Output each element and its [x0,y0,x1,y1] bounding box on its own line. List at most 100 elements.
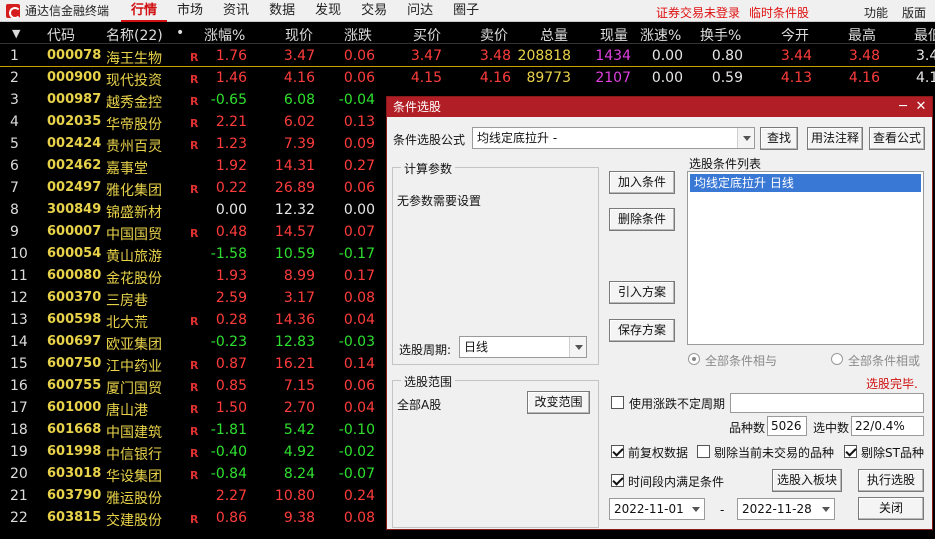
cell-bid: 3.47 [410,48,442,64]
stock-name: 金花股份 [106,271,162,287]
dialog-title-bar[interactable]: 条件选股 ─ ✕ [387,97,932,117]
col-change-pct[interactable]: 涨幅% [204,25,245,45]
date-to-picker[interactable]: 2022-11-28 [737,498,835,520]
col-turnover[interactable]: 换手% [700,25,741,45]
use-period-checkbox[interactable] [611,396,624,409]
temp-condition-stock[interactable]: 临时条件股 [749,4,809,21]
find-button[interactable]: 查找 [760,127,798,150]
cell-bid: 4.15 [410,70,442,86]
menu-news[interactable]: 资讯 [213,0,259,22]
col-open[interactable]: 今开 [781,25,809,45]
time-range-label: 时间段内满足条件 [628,475,725,489]
col-volume[interactable]: 总量 [540,25,568,45]
add-condition-button[interactable]: 加入条件 [609,171,675,194]
cell-chg: 0.07 [343,224,375,240]
exclude-untraded-checkbox[interactable] [697,445,710,458]
cell-pct: 2.59 [215,290,247,306]
function-menu[interactable]: 功能 [864,4,888,21]
cell-chg: -0.07 [338,466,375,482]
stock-code: 000987 [47,92,102,107]
date-from-picker[interactable]: 2022-11-01 [609,498,705,520]
cell-chg: -0.03 [338,334,375,350]
formula-select[interactable]: 均线定底拉升 - [472,127,755,149]
sort-arrow-icon[interactable]: ▼ [12,27,20,40]
exclude-st-checkbox[interactable] [844,445,857,458]
menu-data[interactable]: 数据 [259,0,305,22]
list-item[interactable]: 均线定底拉升 日线 [690,174,921,192]
save-plan-button[interactable]: 保存方案 [609,319,675,342]
cell-low: 4.1 [916,70,935,86]
radio-all-and[interactable] [688,353,700,365]
menu-quotes[interactable]: 行情 [121,0,168,22]
cell-pct: 2.21 [215,114,247,130]
to-block-button[interactable]: 选股入板块 [772,469,842,492]
login-status[interactable]: 证券交易未登录 [656,4,740,21]
cell-price: 3.17 [283,290,315,306]
cell-speed: 0.00 [651,48,683,64]
menu-discover[interactable]: 发现 [305,0,351,22]
col-bid[interactable]: 买价 [413,25,441,45]
menu-ask[interactable]: 问达 [397,0,443,22]
cell-price: 16.21 [274,356,315,372]
row-index: 19 [10,444,28,460]
import-plan-button[interactable]: 引入方案 [609,281,675,304]
col-ask[interactable]: 卖价 [480,25,508,45]
cell-pct: 0.86 [215,510,247,526]
top-menu-bar: 通达信金融终端 行情 市场 资讯 数据 发现 交易 问达 圈子 证券交易未登录 … [0,0,935,22]
close-icon[interactable]: ✕ [913,97,929,117]
menu-trade[interactable]: 交易 [351,0,397,22]
cell-chg: 0.08 [343,290,375,306]
change-range-button[interactable]: 改变范围 [527,391,590,414]
minimize-icon[interactable]: ─ [895,97,911,117]
cell-pct: -0.40 [210,444,247,460]
close-button[interactable]: 关闭 [858,497,924,520]
exclude-st-label: 剔除ST品种 [861,446,924,460]
time-range-checkbox[interactable] [611,474,624,487]
stock-name: 中国建筑 [106,425,162,441]
stock-name: 中信银行 [106,447,162,463]
row-index: 6 [10,158,19,174]
cell-pct: -0.23 [210,334,247,350]
col-high[interactable]: 最高 [848,25,876,45]
col-code[interactable]: 代码 [47,25,75,45]
cell-high: 4.16 [848,70,880,86]
delete-condition-button[interactable]: 删除条件 [609,208,675,231]
menu-market[interactable]: 市场 [167,0,213,22]
table-row[interactable]: 2 000900 现代投资 R 1.46 4.16 0.06 4.15 4.16 89773 210… [0,67,935,89]
view-formula-button[interactable]: 查看公式 [869,127,925,150]
col-name[interactable]: 名称(22) [106,25,163,45]
cell-chg: 0.14 [343,356,375,372]
radio-all-or[interactable] [831,353,843,365]
cell-price: 5.42 [283,422,315,438]
no-params-text: 无参数需要设置 [397,194,482,208]
restore-data-checkbox[interactable] [611,445,624,458]
layout-menu[interactable]: 版面 [902,4,926,21]
row-index: 16 [10,378,28,394]
margin-badge: R [190,447,199,460]
use-period-label: 使用涨跌不定周期 [629,397,726,411]
run-select-button[interactable]: 执行选股 [858,469,924,492]
col-last[interactable]: 最低 [914,25,935,45]
period-select[interactable]: 日线 [459,336,587,358]
chevron-down-icon[interactable] [687,499,704,519]
chevron-down-icon[interactable] [817,499,834,519]
cell-chg: 0.06 [343,48,375,64]
menu-circle[interactable]: 圈子 [443,0,489,22]
chevron-down-icon[interactable] [737,128,754,148]
col-price[interactable]: 现价 [285,25,313,45]
chevron-down-icon[interactable] [569,337,586,357]
stock-name: 雅化集团 [106,183,162,199]
col-change[interactable]: 涨跌 [344,25,372,45]
cell-price: 4.16 [283,70,315,86]
col-speed[interactable]: 涨速% [640,25,681,45]
margin-badge: R [190,227,199,240]
margin-badge: R [190,425,199,438]
margin-badge: R [190,139,199,152]
row-index: 12 [10,290,28,306]
col-cur-vol[interactable]: 现量 [600,25,628,45]
table-row[interactable]: 1 000078 海王生物 R 1.76 3.47 0.06 3.47 3.48 208818 14… [0,45,935,67]
usage-notes-button[interactable]: 用法注释 [807,127,863,150]
period-field[interactable] [730,393,924,413]
cell-pct: 1.93 [215,268,247,284]
condition-list[interactable]: 均线定底拉升 日线 [687,171,924,345]
